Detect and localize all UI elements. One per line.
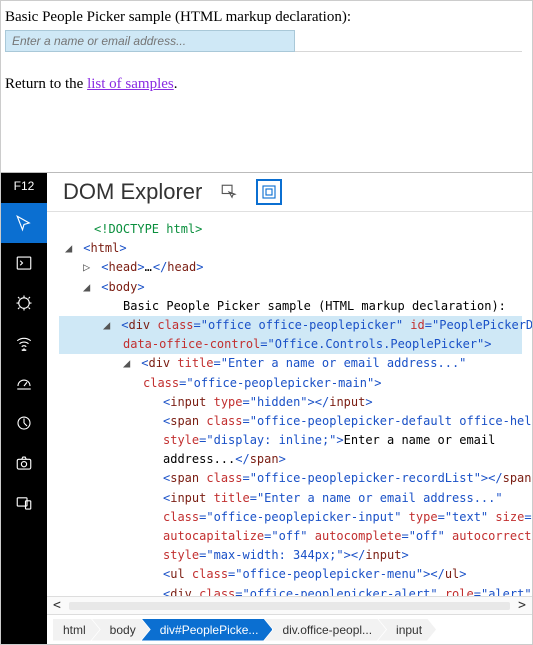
return-prefix: Return to the (5, 76, 87, 92)
crumb-html[interactable]: html (53, 619, 100, 641)
return-suffix: . (174, 76, 178, 92)
hscroll-bar[interactable]: < > (47, 596, 532, 614)
sample-page: Basic People Picker sample (HTML markup … (1, 1, 532, 173)
rail-select-element[interactable] (1, 203, 47, 243)
crumb-input[interactable]: input (378, 619, 436, 641)
rail-screenshot[interactable] (1, 443, 47, 483)
rail-console[interactable] (1, 243, 47, 283)
highlight-dom-button[interactable] (256, 179, 282, 205)
devtools-main: DOM Explorer <!DOCTYPE html> ◢ <html> ▷ … (47, 173, 532, 644)
body-text-node[interactable]: Basic People Picker sample (HTML markup … (123, 299, 506, 313)
scroll-left[interactable]: < (53, 598, 61, 613)
crumb-body[interactable]: body (92, 619, 150, 641)
f12-label: F12 (14, 173, 35, 203)
doctype-node[interactable]: <!DOCTYPE html> (94, 222, 202, 236)
devtools-panel: F12 (1, 173, 532, 644)
return-line: Return to the list of samples. (5, 76, 522, 93)
pick-element-button[interactable] (216, 179, 242, 205)
sample-title: Basic People Picker sample (HTML markup … (5, 9, 522, 26)
crumb-office-peoplepicker-main[interactable]: div.office-peopl... (264, 619, 386, 641)
list-of-samples-link[interactable]: list of samples (87, 76, 174, 92)
rail-performance[interactable] (1, 363, 47, 403)
scroll-right[interactable]: > (518, 598, 526, 613)
breadcrumb-bar: html body div#PeoplePicke... div.office-… (47, 614, 532, 644)
rail-emulation[interactable] (1, 483, 47, 523)
rail-memory[interactable] (1, 403, 47, 443)
scroll-track[interactable] (69, 602, 510, 610)
crumb-peoplepickerdiv[interactable]: div#PeoplePicke... (142, 619, 273, 641)
peoplepicker-underline (295, 30, 522, 52)
selected-node[interactable]: ◢ <div class="office office-peoplepicker… (59, 316, 522, 354)
rail-network[interactable] (1, 323, 47, 363)
devtools-rail: F12 (1, 173, 47, 644)
dom-tree[interactable]: <!DOCTYPE html> ◢ <html> ▷ <head>…</head… (47, 212, 532, 596)
peoplepicker-input[interactable] (5, 30, 295, 52)
rail-debugger[interactable] (1, 283, 47, 323)
devtools-title: DOM Explorer (63, 179, 202, 205)
devtools-header: DOM Explorer (47, 173, 532, 212)
